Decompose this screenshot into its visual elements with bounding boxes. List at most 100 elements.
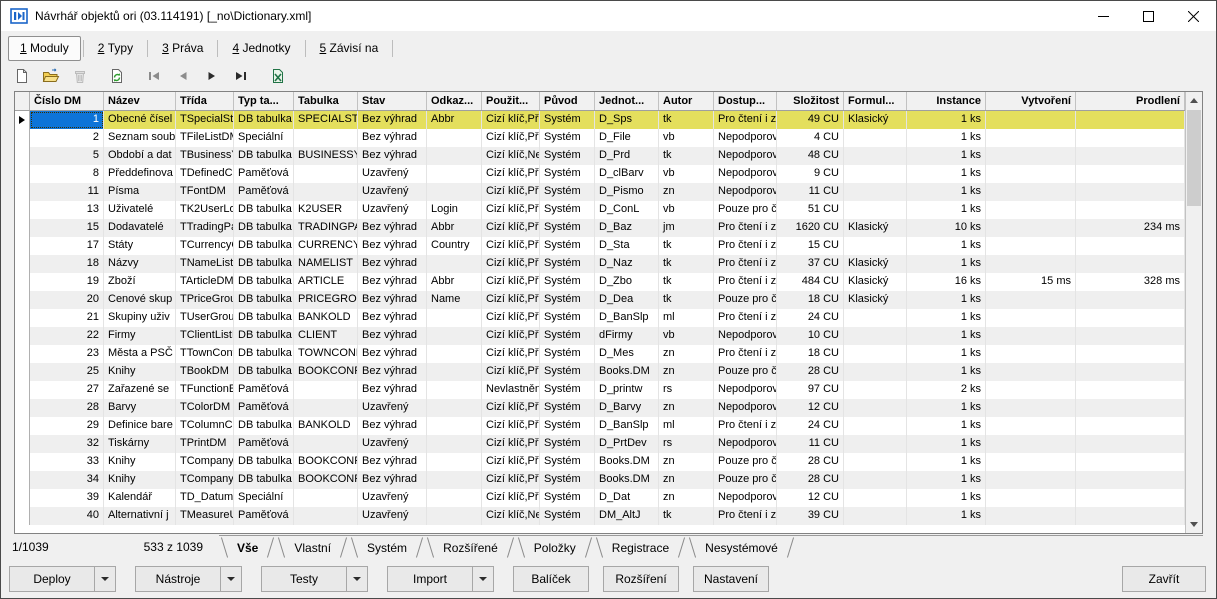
row-selector-cell — [15, 435, 30, 453]
close-icon[interactable] — [1171, 1, 1216, 31]
table-cell: DB tabulka — [234, 345, 294, 363]
table-cell: Pouze pro čt — [714, 471, 777, 489]
balicek-button[interactable]: Balíček — [513, 565, 589, 592]
table-cell: Dodavatelé — [104, 219, 176, 237]
column-header[interactable]: Odkaz... — [427, 92, 482, 110]
minimize-icon[interactable] — [1081, 1, 1126, 31]
table-row[interactable]: 17StátyTCurrencyCoDB tabulkaCURRENCYCBez… — [15, 237, 1185, 255]
filter-tab-vlastni[interactable]: Vlastní — [276, 536, 349, 561]
table-cell: 11 CU — [777, 435, 844, 453]
import-button[interactable]: Import — [387, 565, 494, 592]
table-row[interactable]: 39 Kalendář TD_Datum Speciální Uzavřený Cizí … — [15, 489, 1185, 507]
filter-tab-polozky[interactable]: Položky — [516, 536, 594, 561]
tab-zavisi-na[interactable]: 5 Závisí na — [308, 36, 391, 61]
table-row[interactable]: 8PředdefinovaTDefinedColPaměťová Uzavřený… — [15, 165, 1185, 183]
import-dropdown-icon[interactable] — [472, 566, 493, 591]
export-excel-icon[interactable] — [267, 65, 289, 87]
table-row[interactable]: 22FirmyTClientListDMDB tabulkaCLIENTBez … — [15, 327, 1185, 345]
table-cell: TOWNCONF — [294, 345, 358, 363]
tab-moduly[interactable]: 1 Moduly — [8, 35, 81, 61]
table-row[interactable]: 2 Seznam soub TFileListDM Speciální Bez výhr… — [15, 129, 1185, 147]
column-header[interactable]: Vytvoření — [986, 92, 1076, 110]
last-record-icon[interactable] — [230, 65, 252, 87]
column-header[interactable]: Instance — [907, 92, 986, 110]
table-row[interactable]: 1Obecné číselTSpecialStrinDB tabulkaSPEC… — [15, 111, 1185, 129]
status-row: 1/1039 533 z 1039 Vše Vlastní Systém Rozšíř… — [1, 534, 1216, 561]
table-cell: Uzavřený — [358, 507, 427, 525]
scroll-up-icon[interactable] — [1186, 92, 1202, 109]
column-header[interactable]: Jednot... — [595, 92, 659, 110]
close-button[interactable]: Zavřít — [1122, 565, 1206, 592]
deploy-button[interactable]: Deploy — [9, 565, 116, 592]
table-row[interactable]: 40Alternativní jTMeasureUnPaměťová Uzavře… — [15, 507, 1185, 525]
column-header[interactable]: Třída — [176, 92, 234, 110]
table-row[interactable]: 11 Písma TFontDM Paměťová Uzavřený Cizí klíč,… — [15, 183, 1185, 201]
table-row[interactable]: 29Definice bareTColumnColoDB tabulkaBANK… — [15, 417, 1185, 435]
table-row[interactable]: 5Období a datTBusinessYeDB tabulkaBUSINE… — [15, 147, 1185, 165]
filter-tab-vse[interactable]: Vše — [219, 536, 276, 561]
column-header[interactable]: Použit... — [482, 92, 540, 110]
vertical-scrollbar[interactable] — [1185, 92, 1202, 533]
table-cell: 32 — [30, 435, 104, 453]
tab-prava[interactable]: 3 Práva — [150, 36, 215, 61]
tab-jednotky[interactable]: 4 Jednotky — [220, 36, 302, 61]
deploy-dropdown-icon[interactable] — [94, 566, 115, 591]
table-cell: Uzavřený — [358, 183, 427, 201]
column-header[interactable]: Číslo DM — [30, 92, 104, 110]
table-row[interactable]: 33KnihyTCompanyBoDB tabulkaBOOKCONFIBez … — [15, 453, 1185, 471]
table-cell: Cizí klíč,Přímá — [482, 111, 540, 129]
row-selector-header — [15, 92, 30, 110]
next-record-icon[interactable] — [201, 65, 223, 87]
column-header[interactable]: Formul... — [844, 92, 907, 110]
table-row[interactable]: 25 Knihy TBookDM DB tabulka BOOKCONFI Bez výh… — [15, 363, 1185, 381]
new-document-icon[interactable] — [11, 65, 33, 87]
table-cell: Login — [427, 201, 482, 219]
column-header[interactable]: Autor — [659, 92, 714, 110]
rozsireni-button[interactable]: Rozšíření — [603, 565, 679, 592]
table-row[interactable]: 34KnihyTCompanyDiDB tabulkaBOOKCONFIBez … — [15, 471, 1185, 489]
table-row[interactable]: 23Města a PSČTTownConfDDB tabulkaTOWNCON… — [15, 345, 1185, 363]
filter-tab-system[interactable]: Systém — [349, 536, 425, 561]
column-header[interactable]: Název — [104, 92, 176, 110]
table-row[interactable]: 21Skupiny uživTUserGroupIDB tabulkaBANKO… — [15, 309, 1185, 327]
table-cell: rs — [659, 381, 714, 399]
column-header[interactable]: Stav — [358, 92, 427, 110]
filter-tab-rozsirene[interactable]: Rozšířené — [425, 536, 516, 561]
nastroje-button[interactable]: Nástroje — [135, 565, 242, 592]
tab-typy[interactable]: 2 Typy — [86, 36, 145, 61]
maximize-icon[interactable] — [1126, 1, 1171, 31]
table-cell: Knihy — [104, 453, 176, 471]
testy-dropdown-icon[interactable] — [346, 566, 367, 591]
column-header[interactable]: Typ ta... — [234, 92, 294, 110]
row-selector-cell — [15, 237, 30, 255]
filter-tab-nesystemove[interactable]: Nesystémové — [687, 536, 796, 561]
column-header[interactable]: Dostup... — [714, 92, 777, 110]
table-row[interactable]: 32 Tiskárny TPrintDM Paměťová Uzavřený Cizí k… — [15, 435, 1185, 453]
scrollbar-track[interactable] — [1186, 109, 1202, 516]
table-row[interactable]: 28 Barvy TColorDM Paměťová Uzavřený Cizí klíč… — [15, 399, 1185, 417]
nastaveni-button[interactable]: Nastavení — [693, 565, 769, 592]
refresh-icon[interactable] — [106, 65, 128, 87]
testy-button[interactable]: Testy — [261, 565, 368, 592]
scroll-down-icon[interactable] — [1186, 516, 1202, 533]
first-record-icon — [143, 65, 165, 87]
table-row[interactable]: 20Cenové skupTPriceGroupIDB tabulkaPRICE… — [15, 291, 1185, 309]
table-cell: Systém — [540, 435, 595, 453]
table-row[interactable]: 18NázvyTNameListDMDB tabulkaNAMELISTBez … — [15, 255, 1185, 273]
column-header[interactable]: Původ — [540, 92, 595, 110]
table-row[interactable]: 27Zařazené seTFunctionEnPaměťová Bez výhr… — [15, 381, 1185, 399]
table-row[interactable]: 13UživateléTK2UserLookDB tabulkaK2USERUz… — [15, 201, 1185, 219]
scrollbar-thumb[interactable] — [1187, 110, 1201, 206]
column-header[interactable]: Prodlení — [1076, 92, 1185, 110]
table-cell: zn — [659, 453, 714, 471]
table-row[interactable]: 19 Zboží TArticleDM DB tabulka ARTICLE Bez vý… — [15, 273, 1185, 291]
window-title: Návrhář objektů ori (03.114191) [_no\Dic… — [35, 9, 312, 23]
column-header[interactable]: Složitost — [777, 92, 844, 110]
table-cell: Klasický — [844, 273, 907, 291]
filter-tab-registrace[interactable]: Registrace — [594, 536, 687, 561]
open-file-icon[interactable] — [40, 65, 62, 87]
table-row[interactable]: 15DodavateléTTradingParDB tabulkaTRADING… — [15, 219, 1185, 237]
nastroje-dropdown-icon[interactable] — [220, 566, 241, 591]
column-header[interactable]: Tabulka — [294, 92, 358, 110]
objects-grid: Číslo DM Název Třída Typ ta... Tabulka Stav Od… — [14, 91, 1203, 534]
